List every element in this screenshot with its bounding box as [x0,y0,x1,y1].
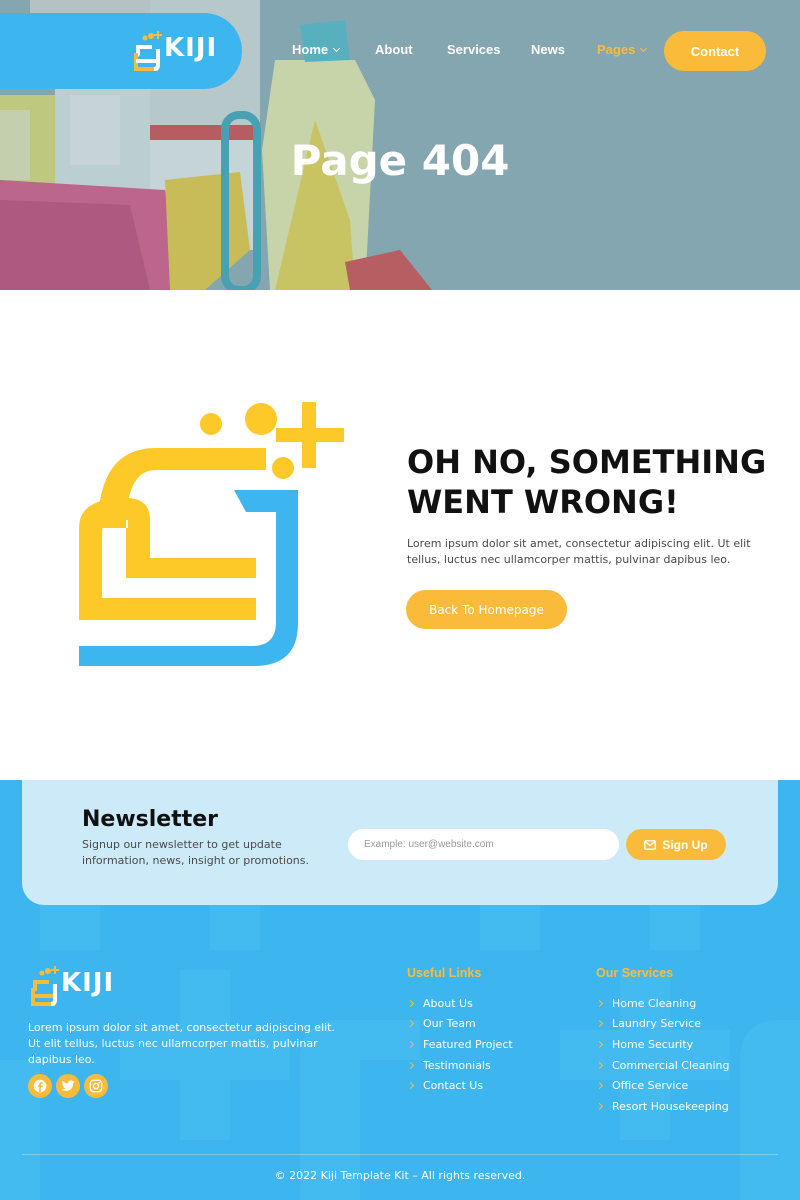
newsletter-title: Newsletter [82,807,219,832]
site-footer: Newsletter Signup our newsletter to get … [0,780,800,1200]
nav-item-pages[interactable]: Pages [597,42,648,57]
footer-service-label: Commercial Cleaning [612,1058,730,1072]
nav-item-about[interactable]: About [375,42,413,57]
footer-link-label: Testimonials [423,1058,491,1072]
chevron-right-icon [595,1020,604,1028]
sign-up-button[interactable]: Sign Up [626,829,726,860]
footer-link-label: Featured Project [423,1037,513,1051]
newsletter-email-input[interactable] [348,829,619,860]
nav-services-label: Services [447,42,501,57]
envelope-icon [644,839,657,850]
nav-about-label: About [375,42,413,57]
chevron-right-icon [406,1082,415,1090]
instagram-link[interactable] [84,1074,108,1098]
hero-banner: KIJI Home About Services News Pages Cont… [0,0,800,290]
contact-button[interactable]: Contact [664,31,766,71]
facebook-icon [33,1079,47,1093]
chevron-right-icon [406,999,415,1007]
chevron-right-icon [595,1061,604,1069]
error-heading-line2: WENT WRONG! [407,483,679,521]
footer-divider [22,1154,778,1155]
footer-service-resort-housekeeping[interactable]: Resort Housekeeping [595,1096,730,1117]
footer-link-about-us[interactable]: About Us [406,993,513,1014]
footer-service-home-security[interactable]: Home Security [595,1034,730,1055]
error-heading: OH NO, SOMETHING WENT WRONG! [407,442,787,522]
chevron-down-icon [640,44,648,53]
copyright-text: © 2022 Kiji Template Kit – All rights re… [274,1169,526,1182]
useful-links-title: Useful Links [407,966,482,980]
chevron-right-icon [406,1061,415,1069]
nav-news-label: News [531,42,565,57]
footer-link-testimonials[interactable]: Testimonials [406,1055,513,1076]
facebook-link[interactable] [28,1074,52,1098]
chevron-right-icon [595,1040,604,1049]
logo-mark-icon [31,966,59,1006]
footer-service-label: Laundry Service [612,1017,701,1031]
footer-logo[interactable]: KIJI [27,964,117,1010]
chevron-right-icon [595,1102,604,1110]
error-heading-line1: OH NO, SOMETHING [407,443,767,481]
nav-pages-label: Pages [597,42,636,57]
footer-link-contact-us[interactable]: Contact Us [406,1075,513,1096]
footer-link-featured-project[interactable]: Featured Project [406,1034,513,1055]
page-title: Page 404 [290,136,510,185]
nav-item-services[interactable]: Services [447,42,501,57]
chevron-right-icon [406,1020,415,1028]
error-description: Lorem ipsum dolor sit amet, consectetur … [407,537,751,566]
chevron-right-icon [595,1082,604,1090]
cleaning-illustration [79,402,344,666]
newsletter-box: Newsletter Signup our newsletter to get … [22,780,778,905]
our-services-list: Home Cleaning Laundry Service Home Secur… [595,993,730,1117]
social-links [28,1074,108,1098]
instagram-icon [89,1079,103,1093]
logo-mark-icon [134,31,162,71]
useful-links-list: About Us Our Team Featured Project Testi… [406,993,513,1096]
footer-service-label: Home Cleaning [612,996,697,1010]
footer-service-laundry[interactable]: Laundry Service [595,1014,730,1035]
footer-link-label: About Us [423,996,473,1010]
logo-text: KIJI [164,33,218,63]
footer-service-office[interactable]: Office Service [595,1075,730,1096]
back-to-homepage-button[interactable]: Back To Homepage [406,590,567,629]
footer-service-label: Office Service [612,1079,689,1093]
nav-item-home[interactable]: Home [292,42,341,57]
footer-service-label: Resort Housekeeping [612,1099,729,1113]
nav-item-news[interactable]: News [531,42,565,57]
chevron-down-icon [333,44,341,53]
footer-link-label: Our Team [423,1017,476,1031]
footer-service-label: Home Security [612,1037,694,1051]
footer-service-commercial-cleaning[interactable]: Commercial Cleaning [595,1055,730,1076]
footer-link-our-team[interactable]: Our Team [406,1014,513,1035]
footer-service-home-cleaning[interactable]: Home Cleaning [595,993,730,1014]
footer-about-text: Lorem ipsum dolor sit amet, consectetur … [28,1021,335,1066]
twitter-link[interactable] [56,1074,80,1098]
chevron-right-icon [595,999,604,1007]
twitter-icon [61,1080,75,1091]
footer-link-label: Contact Us [423,1079,484,1093]
sign-up-label: Sign Up [662,837,708,852]
chevron-right-icon [406,1040,415,1049]
nav-home-label: Home [292,42,329,57]
site-logo[interactable]: KIJI [130,29,220,75]
our-services-title: Our Services [596,966,674,980]
newsletter-description: Signup our newsletter to get update info… [82,838,310,867]
footer-logo-text: KIJI [61,968,115,998]
